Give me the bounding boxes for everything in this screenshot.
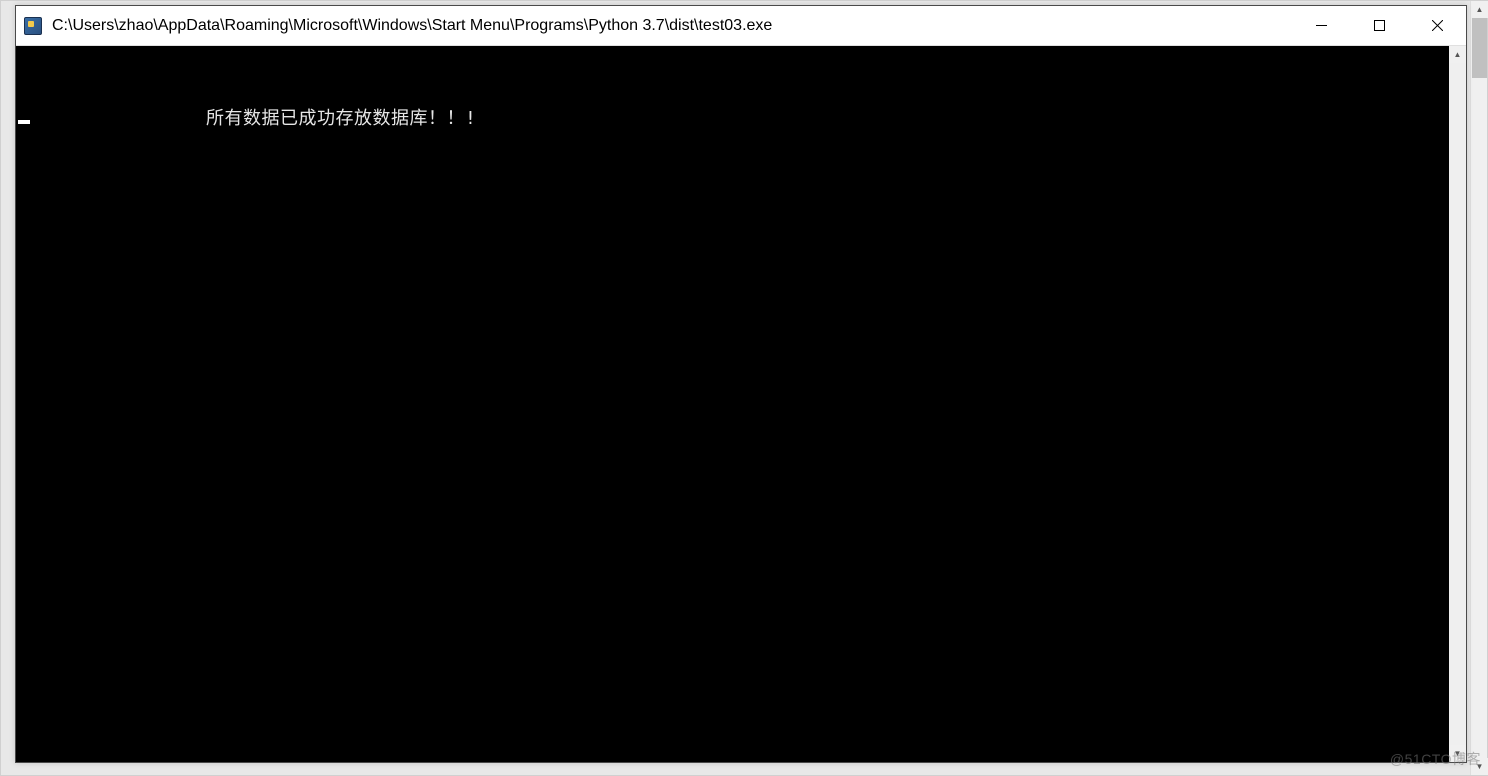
- minimize-icon: [1316, 20, 1327, 31]
- console-window: C:\Users\zhao\AppData\Roaming\Microsoft\…: [15, 5, 1467, 763]
- page-scrollbar[interactable]: ▲ ▼: [1470, 1, 1487, 775]
- watermark-text: @51CTO博客: [1390, 749, 1481, 769]
- window-controls: [1292, 6, 1466, 45]
- scroll-up-icon[interactable]: ▲: [1471, 1, 1488, 18]
- console-output-line: 所有数据已成功存放数据库！！!: [16, 108, 1449, 130]
- close-button[interactable]: [1408, 6, 1466, 45]
- page-background: ▲ ▼ C:\Users\zhao\AppData\Roaming\Micros…: [0, 0, 1488, 776]
- minimize-button[interactable]: [1292, 6, 1350, 45]
- window-title: C:\Users\zhao\AppData\Roaming\Microsoft\…: [52, 17, 1292, 35]
- console-content[interactable]: 所有数据已成功存放数据库！！!: [16, 46, 1449, 762]
- console-cursor: [18, 120, 30, 124]
- console-scrollbar[interactable]: ▲ ▼: [1449, 46, 1466, 762]
- close-icon: [1432, 20, 1443, 31]
- maximize-button[interactable]: [1350, 6, 1408, 45]
- console-area: 所有数据已成功存放数据库！！! ▲ ▼: [16, 46, 1466, 762]
- scroll-up-icon[interactable]: ▲: [1449, 46, 1466, 63]
- titlebar[interactable]: C:\Users\zhao\AppData\Roaming\Microsoft\…: [16, 6, 1466, 46]
- scrollbar-thumb[interactable]: [1472, 18, 1487, 78]
- app-icon: [24, 17, 42, 35]
- maximize-icon: [1374, 20, 1385, 31]
